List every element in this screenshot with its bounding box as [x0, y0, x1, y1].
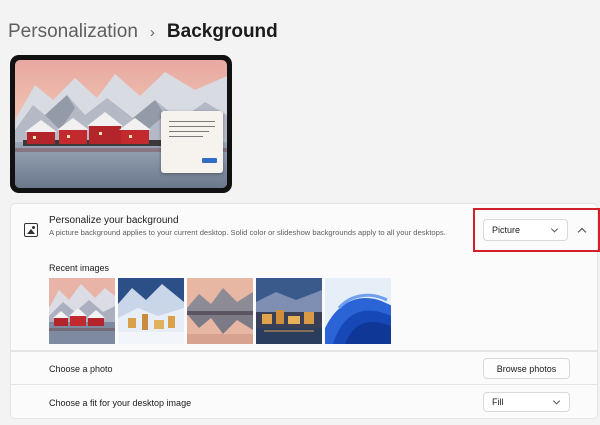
personalize-background-title: Personalize your background [49, 215, 179, 226]
recent-images-label: Recent images [49, 263, 110, 273]
recent-image-lake-reflection[interactable] [187, 278, 253, 344]
breadcrumb-chevron-icon: › [149, 23, 155, 41]
breadcrumb: Personalization › Background [8, 18, 278, 46]
page-title: Background [166, 21, 278, 42]
choose-fit-label: Choose a fit for your desktop image [49, 398, 192, 408]
recent-images-list [49, 278, 391, 344]
fit-value: Fill [492, 397, 504, 407]
chevron-down-icon [552, 397, 561, 405]
window-mock [161, 111, 223, 173]
desktop-preview [10, 55, 232, 193]
highlight-box [473, 208, 600, 252]
recent-image-red-cabins[interactable] [49, 278, 115, 344]
personalize-background-description: A picture background applies to your cur… [49, 228, 446, 237]
breadcrumb-personalization[interactable]: Personalization [8, 21, 138, 43]
choose-photo-label: Choose a photo [49, 364, 113, 374]
recent-image-blue-bloom[interactable] [325, 278, 391, 344]
recent-image-town-dusk[interactable] [256, 278, 322, 344]
picture-icon [24, 223, 38, 237]
fit-dropdown[interactable]: Fill [483, 392, 570, 412]
preview-wallpaper [15, 60, 227, 188]
recent-image-snowy-village[interactable] [118, 278, 184, 344]
browse-photos-button[interactable]: Browse photos [483, 358, 570, 379]
